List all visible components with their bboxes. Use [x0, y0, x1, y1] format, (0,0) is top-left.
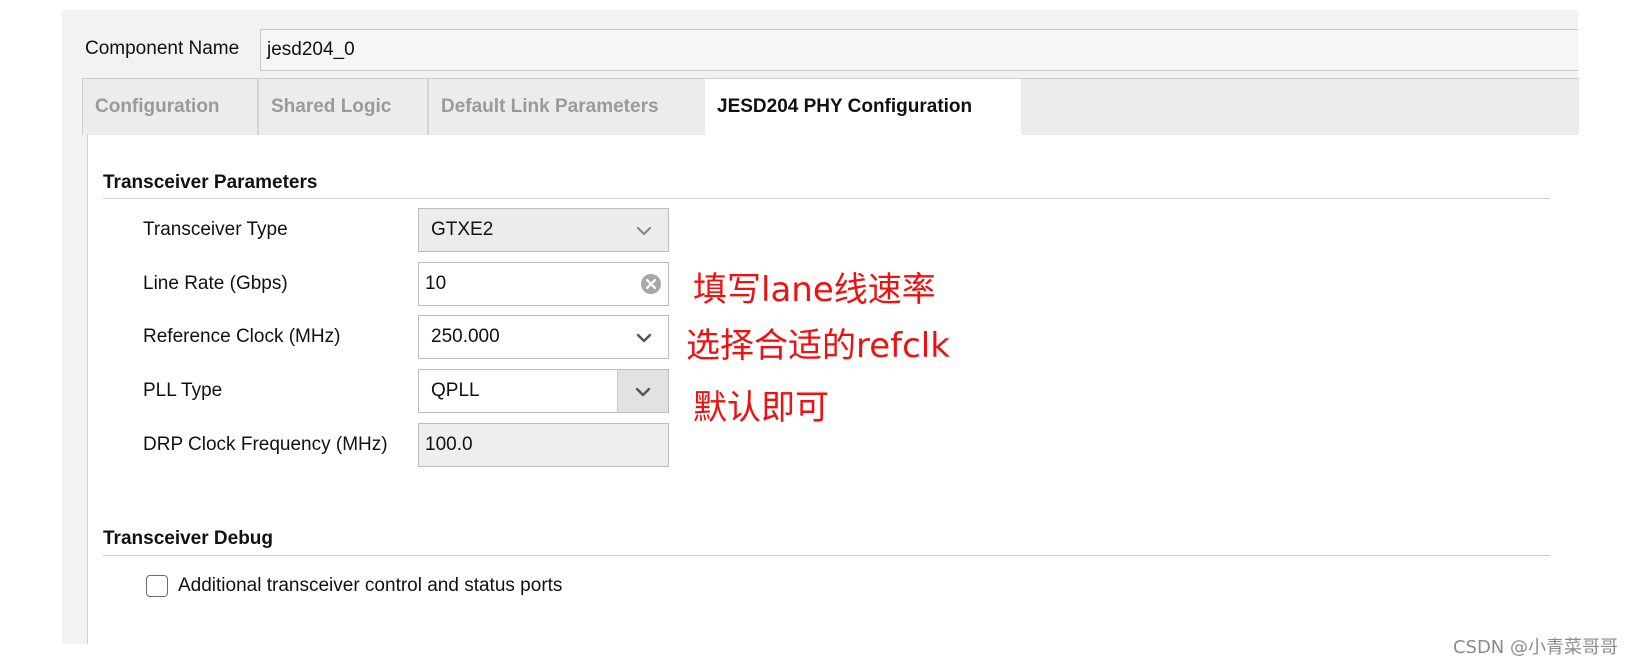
tab-configuration[interactable]: Configuration	[83, 79, 253, 135]
drp-clock-frequency-field: 100.0	[418, 423, 669, 467]
transceiver-parameters-title: Transceiver Parameters	[103, 172, 318, 193]
tab-default-link-parameters[interactable]: Default Link Parameters	[427, 79, 689, 135]
tab-strip: Configuration Shared Logic Default Link …	[82, 78, 1579, 135]
chevron-down-icon	[635, 387, 651, 397]
line-rate-input[interactable]: 10	[418, 262, 669, 306]
annotation-default: 默认即可	[693, 388, 829, 428]
pll-type-label: PLL Type	[143, 380, 223, 401]
pll-type-dropdown[interactable]: QPLL	[418, 369, 669, 413]
reference-clock-label: Reference Clock (MHz)	[143, 326, 341, 347]
line-rate-value: 10	[425, 273, 447, 294]
component-name-label: Component Name	[85, 38, 240, 59]
component-name-input[interactable]: jesd204_0	[260, 29, 1578, 71]
line-rate-label: Line Rate (Gbps)	[143, 273, 288, 294]
additional-ports-checkbox[interactable]	[146, 575, 168, 597]
reference-clock-dropdown[interactable]: 250.000	[418, 315, 669, 359]
additional-ports-label[interactable]: Additional transceiver control and statu…	[178, 575, 562, 597]
watermark: CSDN @小青菜哥哥	[1452, 637, 1618, 658]
reference-clock-value: 250.000	[431, 326, 500, 347]
tab-shared-logic[interactable]: Shared Logic	[257, 79, 425, 135]
transceiver-type-label: Transceiver Type	[143, 219, 288, 240]
drp-clock-frequency-value: 100.0	[425, 434, 473, 455]
annotation-refclk: 选择合适的refclk	[686, 326, 950, 366]
annotation-line-rate: 填写lane线速率	[693, 270, 936, 310]
ip-customization-window: Component Name jesd204_0 Configuration S…	[0, 0, 1628, 667]
tab-jesd204-phy-configuration[interactable]: JESD204 PHY Configuration	[705, 79, 1021, 135]
section-divider	[103, 198, 1550, 199]
transceiver-type-value: GTXE2	[431, 219, 494, 240]
transceiver-debug-title: Transceiver Debug	[103, 528, 274, 549]
clear-icon[interactable]	[640, 273, 662, 295]
tab-content-area	[87, 135, 1579, 644]
section-divider	[103, 555, 1550, 556]
pll-type-dropdown-button[interactable]	[617, 370, 668, 412]
pll-type-value: QPLL	[431, 380, 480, 401]
transceiver-type-dropdown[interactable]: GTXE2	[418, 208, 669, 252]
chevron-down-icon	[636, 226, 652, 236]
drp-clock-frequency-label: DRP Clock Frequency (MHz)	[143, 434, 388, 455]
chevron-down-icon	[636, 333, 652, 343]
